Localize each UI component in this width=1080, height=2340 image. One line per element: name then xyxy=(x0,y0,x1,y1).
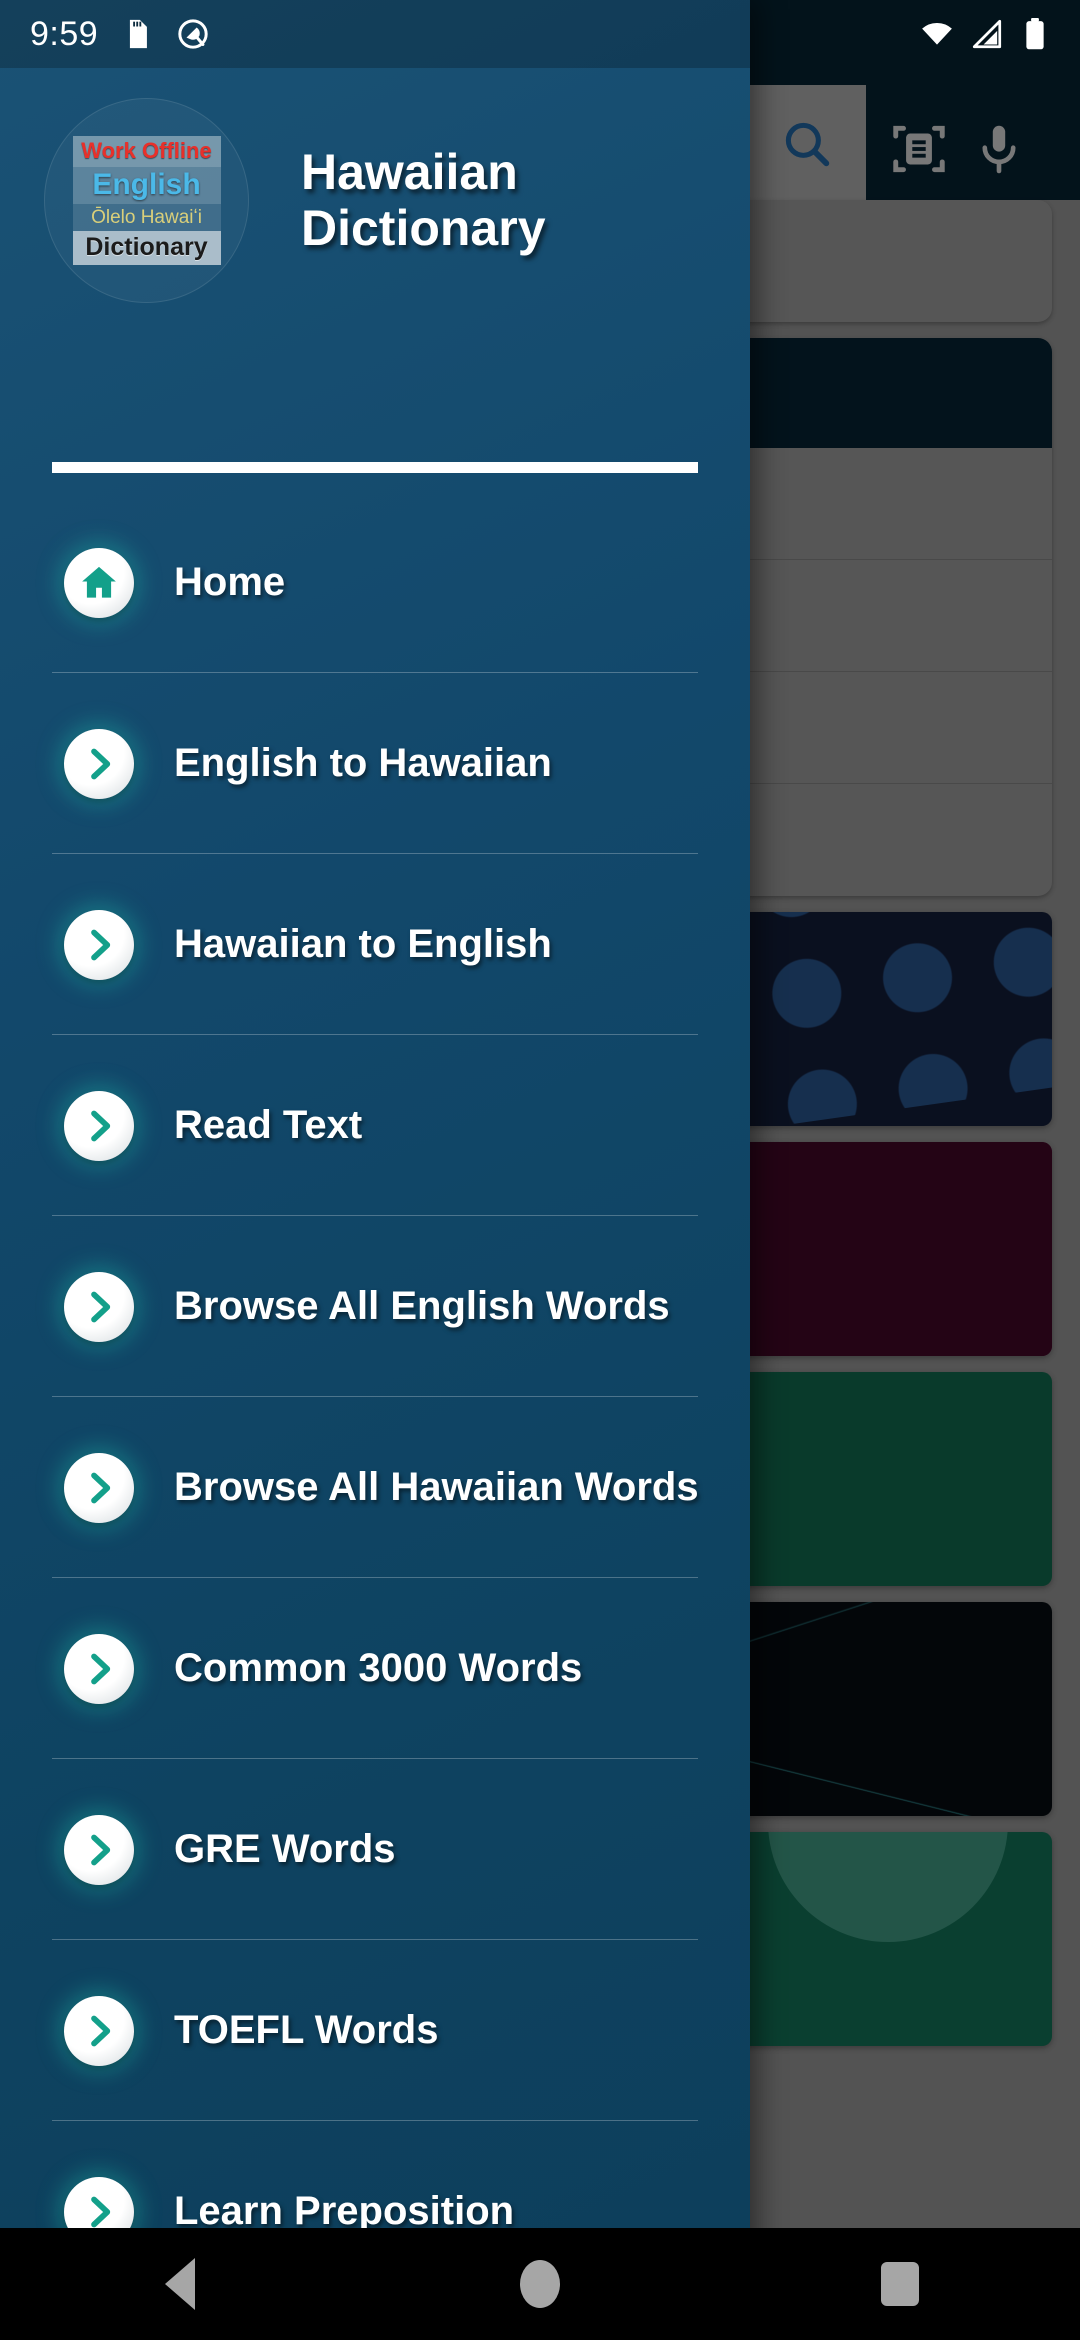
nav-back-button[interactable] xyxy=(80,2228,280,2340)
chevron-right-icon xyxy=(64,1633,134,1704)
app-logo: Work Offline English Ōlelo Hawaiʻi Dicti… xyxy=(44,97,249,303)
status-bar: 9:59 xyxy=(0,0,1080,68)
sidebar-item-label: Browse All English Words xyxy=(174,1284,670,1328)
drawer-header-divider xyxy=(52,462,698,473)
sidebar-item-gre-words[interactable]: GRE Words xyxy=(0,1759,750,1940)
drawer-title: Hawaiian Dictionary xyxy=(301,144,546,256)
nav-home-button[interactable] xyxy=(440,2228,640,2340)
sidebar-item-label: GRE Words xyxy=(174,1827,396,1871)
sidebar-item-home[interactable]: Home xyxy=(0,492,750,673)
sidebar-item-label: Browse All Hawaiian Words xyxy=(174,1465,699,1509)
sidebar-item-common-3000-words[interactable]: Common 3000 Words xyxy=(0,1578,750,1759)
sidebar-item-label: Home xyxy=(174,560,286,604)
sidebar-item-read-text[interactable]: Read Text xyxy=(0,1035,750,1216)
wifi-icon xyxy=(922,22,952,45)
drawer-menu-list: Home English to Hawaiian Hawaiian to Eng… xyxy=(0,492,750,2340)
app-notification-icon xyxy=(178,19,208,49)
sidebar-item-browse-all-hawaiian-words[interactable]: Browse All Hawaiian Words xyxy=(0,1397,750,1578)
status-time: 9:59 xyxy=(30,14,99,53)
chevron-right-icon xyxy=(64,909,134,980)
phone-screen: ary tap enter/ ions. You can cally. earc… xyxy=(0,0,1080,2340)
drawer-title-line1: Hawaiian xyxy=(301,144,518,200)
home-circle-icon xyxy=(520,2260,560,2308)
chevron-right-icon xyxy=(64,1995,134,2066)
battery-icon xyxy=(1026,18,1044,50)
sidebar-item-browse-all-english-words[interactable]: Browse All English Words xyxy=(0,1216,750,1397)
sidebar-item-label: Common 3000 Words xyxy=(174,1646,583,1690)
chevron-right-icon xyxy=(64,1090,134,1161)
chevron-right-icon xyxy=(64,1271,134,1342)
nav-recents-button[interactable] xyxy=(800,2228,1000,2340)
status-bar-left: 9:59 xyxy=(30,15,210,54)
chevron-right-icon xyxy=(64,1452,134,1523)
system-nav-bar xyxy=(0,2228,1080,2340)
logo-line-work-offline: Work Offline xyxy=(72,135,221,167)
sidebar-item-hawaiian-to-english[interactable]: Hawaiian to English xyxy=(0,854,750,1035)
sidebar-item-label: English to Hawaiian xyxy=(174,741,552,785)
drawer-title-line2: Dictionary xyxy=(301,200,546,256)
status-bar-right xyxy=(920,17,1050,51)
chevron-right-icon xyxy=(64,1814,134,1885)
logo-line-dictionary: Dictionary xyxy=(72,230,221,265)
logo-line-olelo-hawaii: Ōlelo Hawaiʻi xyxy=(72,203,221,231)
sidebar-item-english-to-hawaiian[interactable]: English to Hawaiian xyxy=(0,673,750,854)
cellular-signal-icon xyxy=(972,19,1002,49)
recents-icon xyxy=(881,2262,919,2306)
sidebar-item-toefl-words[interactable]: TOEFL Words xyxy=(0,1940,750,2121)
sd-card-icon xyxy=(130,19,148,49)
home-icon xyxy=(64,547,134,618)
logo-line-english: English xyxy=(72,166,221,204)
navigation-drawer: Work Offline English Ōlelo Hawaiʻi Dicti… xyxy=(0,0,750,2340)
sidebar-item-label: Hawaiian to English xyxy=(174,922,552,966)
sidebar-item-label: Read Text xyxy=(174,1103,363,1147)
sidebar-item-label: TOEFL Words xyxy=(174,2008,439,2052)
chevron-right-icon xyxy=(64,728,134,799)
back-icon xyxy=(165,2258,195,2310)
